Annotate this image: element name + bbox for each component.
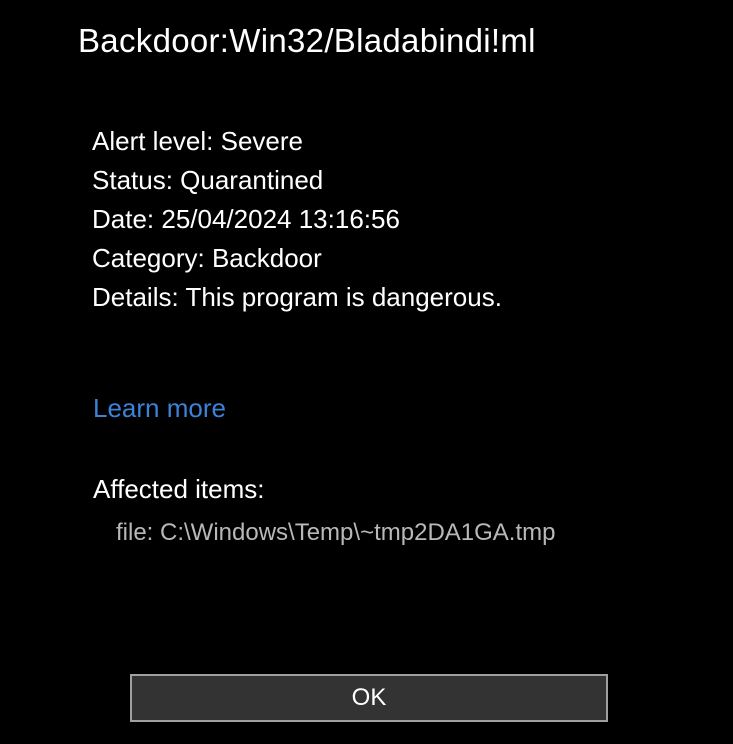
status-row: Status: Quarantined bbox=[92, 161, 733, 200]
affected-file-path: file: C:\Windows\Temp\~tmp2DA1GA.tmp bbox=[0, 505, 733, 547]
learn-more-link[interactable]: Learn more bbox=[93, 393, 226, 424]
details-description-row: Details: This program is dangerous. bbox=[92, 278, 733, 317]
ok-button[interactable]: OK bbox=[130, 674, 608, 722]
date-row: Date: 25/04/2024 13:16:56 bbox=[92, 200, 733, 239]
threat-details-section: Alert level: Severe Status: Quarantined … bbox=[0, 60, 733, 317]
threat-details-dialog: Backdoor:Win32/Bladabindi!ml Alert level… bbox=[0, 0, 733, 744]
alert-level-row: Alert level: Severe bbox=[92, 122, 733, 161]
category-row: Category: Backdoor bbox=[92, 239, 733, 278]
threat-name-title: Backdoor:Win32/Bladabindi!ml bbox=[0, 0, 733, 60]
affected-items-label: Affected items: bbox=[0, 424, 733, 505]
